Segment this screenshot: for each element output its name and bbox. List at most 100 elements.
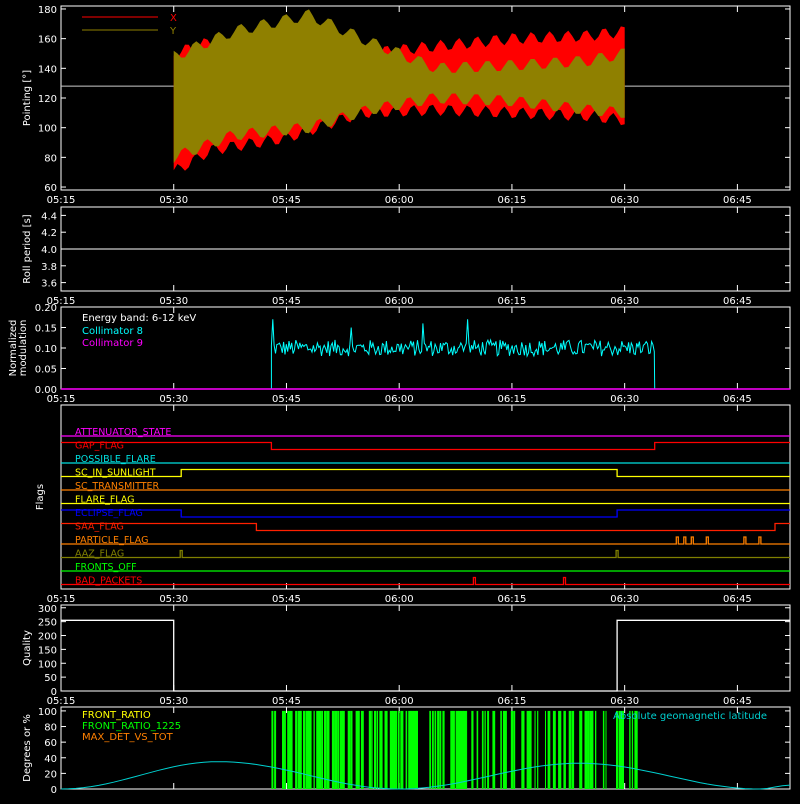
x-tick-label: 06:15 (498, 696, 527, 707)
legend-label: FRONT_RATIO_1225 (82, 721, 181, 732)
x-tick-label: 05:45 (272, 195, 301, 206)
geomagnetic-latitude-line (60, 761, 791, 790)
front-ratio-1225-bar (334, 710, 338, 789)
y-tick-label: 4.2 (41, 228, 57, 239)
front-ratio-1225-bar (629, 710, 631, 789)
energy-band-label: Energy band: 6-12 keV (82, 313, 196, 324)
front-ratio-1225-bar (545, 710, 546, 789)
panel-6: 0 20 40 60 80 100 Degrees or % FRONT_RATIOFRONT… (22, 706, 791, 796)
front-ratio-1225-bar (616, 710, 619, 789)
x-tick-label: 06:15 (498, 296, 527, 307)
front-ratio-1225-bar (584, 710, 588, 789)
x-tick-label: 05:30 (159, 594, 188, 605)
y-tick-label: 160 (38, 35, 57, 46)
front-ratio-1225-bar (510, 710, 514, 789)
x-tick-label: 06:30 (610, 696, 639, 707)
front-ratio-1225-bar (408, 710, 412, 789)
plot-svg: 60 80 100 120 140 160 180 05:15 05:30 05:45 06:00 0… (8, 5, 791, 796)
front-ratio-1225-bar (400, 710, 404, 789)
front-ratio-1225-bar (463, 710, 467, 789)
x-tick-label: 05:45 (272, 296, 301, 307)
y-axis-label: Flags (35, 484, 46, 510)
panel-frame (60, 604, 791, 692)
x-tick-label: 05:45 (272, 594, 301, 605)
x-tick-label: 06:45 (723, 696, 752, 707)
collimator-8-line (270, 319, 656, 390)
legend-label: FRONT_RATIO (82, 710, 151, 721)
front-ratio-1225-bar (466, 710, 468, 789)
y-axis-label: Roll period [s] (22, 214, 33, 283)
y-tick-label: 180 (38, 5, 57, 16)
front-ratio-1225-bar (450, 710, 454, 789)
front-ratio-1225-bar (500, 710, 502, 789)
panel-3: 0.000.050.100.150.2005:15 05:30 05:45 06:00… (8, 303, 791, 405)
flag-trace-aaz-flag (61, 549, 790, 559)
y-tick-label: 0.10 (35, 344, 57, 355)
front-ratio-1225-bar (621, 710, 624, 789)
front-ratio-1225-bar (313, 710, 315, 789)
front-ratio-1225-bar (529, 710, 532, 789)
front-ratio-1225-bar (347, 710, 351, 789)
front-ratio-1225-bar (324, 710, 327, 789)
x-tick-label: 05:15 (47, 195, 76, 206)
front-ratio-1225-bar (505, 710, 507, 789)
legend-label: MAX_DET_VS_TOT (82, 732, 174, 743)
x-tick-label: 05:45 (272, 394, 301, 405)
y-tick-label: 20 (44, 769, 57, 780)
front-ratio-1225-bar (397, 710, 400, 789)
front-ratio-1225-bar (358, 710, 360, 789)
y-tick-label: 3.8 (41, 262, 57, 273)
front-ratio-1225-bar (502, 710, 506, 789)
front-ratio-1225-bar (374, 710, 377, 789)
front-ratio-1225-bar (513, 710, 516, 789)
front-ratio-1225-bar (431, 710, 434, 789)
front-ratio-1225-bar (631, 710, 634, 789)
front-ratio-1225-bar (579, 710, 583, 789)
y-tick-label: 100 (38, 124, 57, 135)
front-ratio-1225-bar (331, 710, 335, 789)
front-ratio-1225-bar (487, 710, 490, 789)
front-ratio-1225-bar (537, 710, 539, 789)
front-ratio-1225-bar (303, 710, 306, 789)
front-ratio-1225-bar (284, 710, 286, 789)
x-tick-label: 05:30 (159, 296, 188, 307)
front-ratio-1225-bar (552, 710, 556, 789)
flag-trace-saa-flag (61, 522, 790, 532)
front-ratio-1225-bar (376, 710, 379, 789)
front-ratio-1225-bar (321, 710, 324, 789)
x-tick-label: 06:45 (723, 594, 752, 605)
x-tick-label: 05:30 (159, 394, 188, 405)
x-tick-label: 06:15 (498, 195, 527, 206)
front-ratio-1225-bar (429, 710, 431, 789)
y-axis-label: modulation (18, 320, 29, 377)
front-ratio-1225-bar (342, 710, 345, 789)
legend-label: Y (169, 26, 177, 37)
front-ratio-1225-bar (442, 710, 445, 789)
x-tick-label: 05:15 (47, 696, 76, 707)
x-tick-label: 06:30 (610, 296, 639, 307)
y-tick-label: 120 (38, 94, 57, 105)
front-ratio-1225-bar (563, 710, 566, 789)
y-tick-label: 0.20 (35, 303, 57, 314)
x-tick-label: 05:45 (272, 696, 301, 707)
y-tick-label: 100 (38, 707, 57, 718)
legend-label: X (170, 13, 177, 24)
front-ratio-1225-bar (592, 710, 594, 789)
x-tick-label: 06:15 (498, 394, 527, 405)
front-ratio-1225-bar (434, 710, 437, 789)
x-tick-label: 06:00 (385, 696, 414, 707)
front-ratio-1225-bar (439, 710, 442, 789)
y-tick-label: 4.0 (41, 245, 57, 256)
y-tick-label: 50 (44, 673, 57, 684)
y-tick-label: 150 (38, 645, 57, 656)
y-tick-label: 140 (38, 64, 57, 75)
y-tick-label: 0 (51, 785, 57, 796)
y-tick-label: 80 (44, 723, 57, 734)
front-ratio-1225-bar (337, 710, 340, 789)
y-tick-label: 80 (44, 153, 57, 164)
x-tick-label: 06:00 (385, 195, 414, 206)
y-tick-label: 4.4 (41, 211, 57, 222)
front-ratio-1225-bar (618, 710, 622, 789)
y-tick-label: 60 (44, 738, 57, 749)
front-ratio-1225-bar (379, 710, 383, 789)
